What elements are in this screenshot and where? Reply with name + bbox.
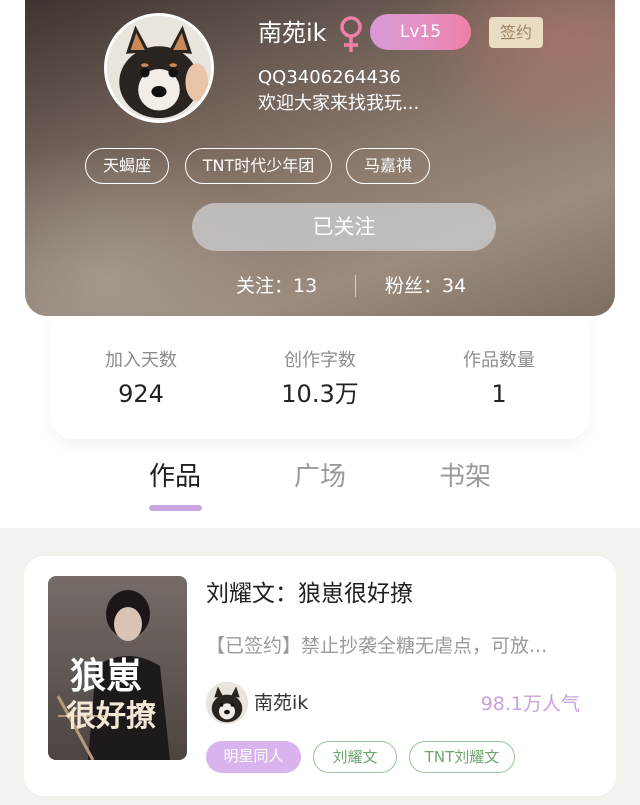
stat-label: 加入天数 xyxy=(105,350,177,371)
follow-button[interactable]: 已关注 xyxy=(192,203,496,251)
female-symbol-icon xyxy=(337,14,365,54)
profile-tag[interactable]: TNT时代少年团 xyxy=(185,148,332,184)
tab-square[interactable]: 广场 xyxy=(270,458,370,496)
work-title[interactable]: 刘耀文：狼崽很好撩 xyxy=(206,578,413,610)
bio-text: 欢迎大家来找我玩... xyxy=(258,93,420,114)
active-tab-indicator xyxy=(149,505,202,511)
following-count[interactable]: 关注：13 xyxy=(236,274,317,298)
author-avatar[interactable] xyxy=(206,682,248,724)
stat-label: 创作字数 xyxy=(284,350,356,371)
username: 南苑ik xyxy=(258,19,327,47)
work-tag[interactable]: TNT刘耀文 xyxy=(409,741,515,773)
work-description: 【已签约】禁止抄袭全糖无虐点，可放... xyxy=(206,635,548,657)
stat-value: 924 xyxy=(118,380,164,408)
tab-works[interactable]: 作品 xyxy=(125,458,225,496)
level-badge: Lv15 xyxy=(370,14,471,50)
stat-value: 1 xyxy=(491,380,507,408)
stat-label: 作品数量 xyxy=(463,350,535,371)
book-cover-image: 狼崽 很好撩 xyxy=(48,576,187,760)
profile-tag[interactable]: 天蝎座 xyxy=(85,148,169,184)
profile-tag[interactable]: 马嘉祺 xyxy=(346,148,430,184)
fans-count[interactable]: 粉丝：34 xyxy=(385,274,466,298)
signed-badge: 签约 xyxy=(489,17,543,48)
dog-avatar-image xyxy=(207,683,247,723)
stat-work-count: 作品数量 1 xyxy=(409,348,589,412)
stat-value: 10.3万 xyxy=(281,380,359,408)
dog-avatar-image xyxy=(107,16,211,120)
work-tag[interactable]: 明星同人 xyxy=(206,741,301,773)
book-cover[interactable]: 狼崽 很好撩 xyxy=(48,576,187,760)
divider xyxy=(355,275,356,297)
cover-title-line1: 狼崽 xyxy=(70,655,142,697)
popularity-count: 98.1万人气 xyxy=(480,693,580,715)
work-tag[interactable]: 刘耀文 xyxy=(313,741,397,773)
tab-bookshelf[interactable]: 书架 xyxy=(415,458,515,496)
author-name[interactable]: 南苑ik xyxy=(254,690,308,716)
stat-word-count: 创作字数 10.3万 xyxy=(230,348,410,412)
stats-card: 加入天数 924 创作字数 10.3万 作品数量 1 xyxy=(51,316,589,439)
avatar[interactable] xyxy=(104,13,214,123)
qq-number: QQ3406264436 xyxy=(258,67,401,88)
cover-title-line2: 很好撩 xyxy=(66,699,156,734)
work-card[interactable]: 狼崽 很好撩 刘耀文：狼崽很好撩 【已签约】禁止抄袭全糖无虐点，可放... 南苑… xyxy=(24,556,616,796)
stat-join-days: 加入天数 924 xyxy=(51,348,231,412)
profile-header: 南苑ik Lv15 签约 QQ3406264436 欢迎大家来找我玩... 天蝎… xyxy=(25,0,615,316)
